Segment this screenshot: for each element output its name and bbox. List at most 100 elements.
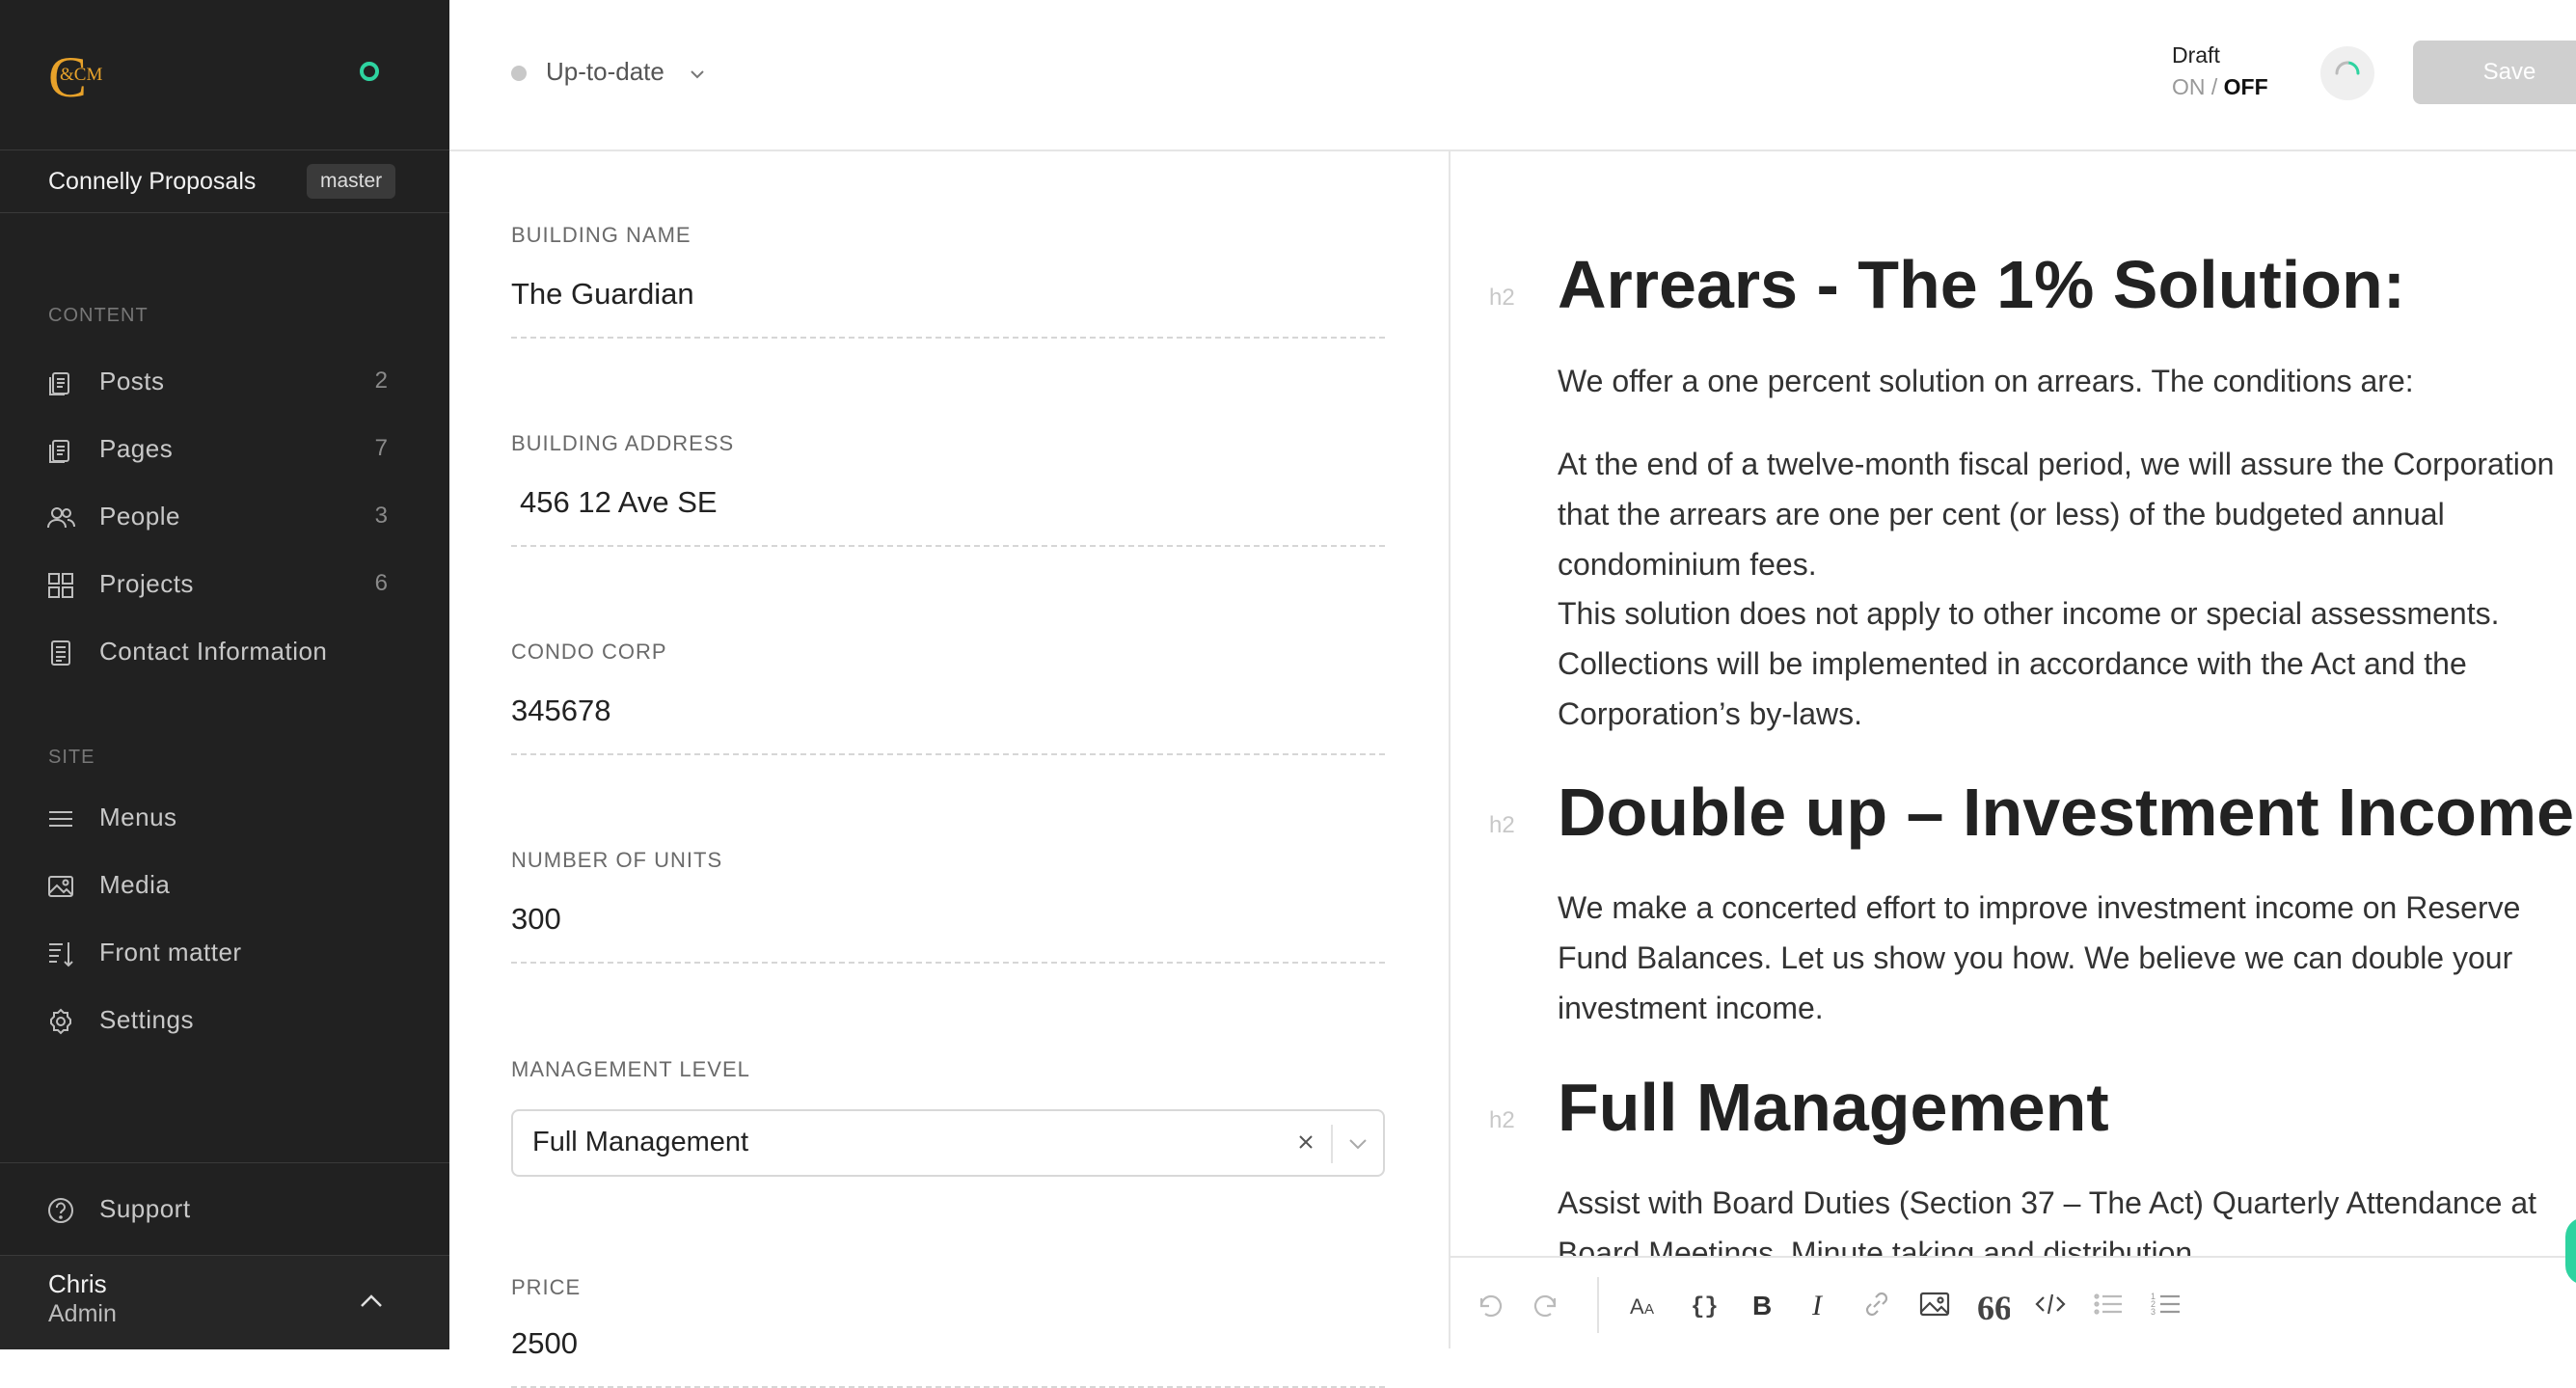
sidebar-item-contact-information[interactable]: Contact Information — [0, 623, 449, 681]
sync-status-dropdown[interactable]: Up-to-date — [546, 57, 664, 87]
sync-status-dot — [511, 66, 527, 81]
heading-level-tag: h2 — [1489, 1107, 1515, 1133]
sidebar-item-projects[interactable]: Projects 6 — [0, 556, 449, 613]
help-icon — [46, 1196, 75, 1225]
clear-icon[interactable] — [1292, 1129, 1319, 1156]
sidebar-item-label: Contact Information — [99, 637, 328, 666]
redo-icon[interactable] — [1530, 1287, 1564, 1321]
branch-badge[interactable]: master — [307, 164, 396, 199]
markdown-editor[interactable]: h2 Arrears - The 1% Solution: We offer a… — [1451, 151, 2576, 1256]
sidebar-item-count: 6 — [374, 570, 388, 596]
sidebar-item-label: Menus — [99, 803, 177, 831]
image-icon — [46, 872, 75, 901]
heading-size-icon[interactable]: AA — [1628, 1287, 1663, 1321]
heading-level-tag: h2 — [1489, 285, 1515, 311]
repo-name: Connelly Proposals — [48, 168, 257, 195]
section-heading[interactable]: Arrears - The 1% Solution: — [1558, 246, 2405, 323]
content-section-label: CONTENT — [48, 305, 149, 326]
sidebar-item-label: Pages — [99, 434, 174, 463]
undo-icon[interactable] — [1472, 1287, 1506, 1321]
paragraph[interactable]: We offer a one percent solution on arrea… — [1558, 356, 2576, 406]
condo-corp-label: CONDO CORP — [511, 640, 667, 664]
paragraph[interactable]: We make a concerted effort to improve in… — [1558, 883, 2576, 1033]
image-icon[interactable] — [1917, 1287, 1952, 1321]
draft-off-option[interactable]: OFF — [2224, 74, 2268, 99]
people-icon — [46, 503, 75, 532]
management-level-value: Full Management — [532, 1127, 749, 1157]
svg-text:A: A — [1630, 1294, 1644, 1319]
front-matter-form: BUILDING NAME The Guardian BUILDING ADDR… — [449, 151, 1449, 1388]
sidebar-item-pages[interactable]: Pages 7 — [0, 421, 449, 478]
sidebar-item-count: 2 — [374, 367, 388, 394]
svg-text:A: A — [1644, 1301, 1654, 1318]
connection-status-icon — [360, 62, 379, 81]
management-level-select[interactable]: Full Management — [511, 1109, 1385, 1177]
loading-spinner-icon — [2320, 46, 2374, 100]
sidebar-item-label: Support — [99, 1194, 191, 1223]
sidebar-item-label: Posts — [99, 367, 165, 395]
building-address-label: BUILDING ADDRESS — [511, 431, 735, 455]
draft-on-option[interactable]: ON — [2172, 74, 2206, 99]
sidebar-item-settings[interactable]: Settings — [0, 992, 449, 1049]
toolbar-separator — [1597, 1277, 1599, 1333]
support-bar: Support — [0, 1162, 449, 1256]
price-input[interactable]: 2500 — [511, 1326, 1385, 1388]
sidebar-item-count: 3 — [374, 503, 388, 529]
code-block-icon[interactable]: {} — [1686, 1287, 1721, 1321]
site-section-label: SITE — [48, 747, 95, 768]
draft-label: Draft — [2172, 42, 2220, 68]
building-name-label: BUILDING NAME — [511, 223, 691, 247]
quote-icon[interactable]: 66 — [1975, 1287, 2012, 1327]
inline-code-icon[interactable] — [2033, 1287, 2068, 1321]
gear-icon — [46, 1007, 75, 1036]
svg-text:{}: {} — [1691, 1294, 1719, 1320]
grid-icon — [46, 571, 75, 600]
paragraph[interactable]: Collections will be implemented in accor… — [1558, 639, 2576, 739]
sidebar-item-label: People — [99, 502, 180, 531]
sidebar-item-posts[interactable]: Posts 2 — [0, 353, 449, 411]
section-heading[interactable]: Double up – Investment Income: — [1558, 774, 2576, 851]
sidebar-item-support[interactable]: Support — [0, 1181, 449, 1238]
condo-corp-input[interactable]: 345678 — [511, 694, 1385, 755]
user-role: Admin — [48, 1300, 117, 1327]
number-of-units-input[interactable]: 300 — [511, 902, 1385, 964]
numbered-list-icon[interactable]: 123 — [2149, 1287, 2183, 1321]
bold-icon[interactable]: B — [1744, 1287, 1778, 1321]
sidebar-item-label: Projects — [99, 569, 194, 598]
paragraph[interactable]: Assist with Board Duties (Section 37 – T… — [1558, 1178, 2576, 1256]
sidebar-item-front-matter[interactable]: Front matter — [0, 924, 449, 982]
sidebar-item-label: Media — [99, 870, 171, 899]
management-level-label: MANAGEMENT LEVEL — [511, 1057, 750, 1081]
chevron-down-icon[interactable] — [1344, 1130, 1371, 1157]
app-logo[interactable]: C &CM — [46, 44, 108, 109]
sidebar-item-people[interactable]: People 3 — [0, 488, 449, 546]
sidebar-item-menus[interactable]: Menus — [0, 789, 449, 847]
chevron-down-icon[interactable] — [687, 64, 708, 85]
bulleted-list-icon[interactable] — [2091, 1287, 2126, 1321]
save-button[interactable]: Save — [2413, 41, 2576, 104]
number-of-units-label: NUMBER OF UNITS — [511, 848, 723, 872]
svg-text:I: I — [1811, 1290, 1824, 1321]
paragraph[interactable]: At the end of a twelve-month fiscal peri… — [1558, 439, 2576, 589]
sidebar-item-label: Settings — [99, 1005, 194, 1034]
repo-bar[interactable]: Connelly Proposals master — [0, 150, 449, 213]
heading-level-tag: h2 — [1489, 812, 1515, 838]
building-address-input[interactable]: 456 12 Ave SE — [511, 485, 1385, 547]
svg-text:&CM: &CM — [60, 65, 102, 85]
user-menu[interactable]: Chris Admin — [0, 1255, 449, 1349]
svg-text:3: 3 — [2151, 1307, 2156, 1317]
sidebar-item-media[interactable]: Media — [0, 857, 449, 914]
top-bar: Up-to-date Draft ON / OFF Save — [449, 0, 2576, 151]
draft-toggle[interactable]: Draft ON / OFF — [2172, 42, 2268, 100]
sidebar-item-label: Front matter — [99, 938, 242, 966]
italic-icon[interactable]: I — [1802, 1287, 1836, 1321]
chevron-up-icon[interactable] — [357, 1287, 386, 1316]
section-heading[interactable]: Full Management — [1558, 1069, 2109, 1146]
link-icon[interactable] — [1859, 1287, 1894, 1321]
chat-widget-button[interactable] — [2565, 1217, 2576, 1285]
menu-icon — [46, 804, 75, 833]
sidebar: C &CM Connelly Proposals master CONTENT … — [0, 0, 449, 1349]
svg-text:66: 66 — [1977, 1289, 2010, 1321]
paragraph[interactable]: This solution does not apply to other in… — [1558, 588, 2576, 639]
building-name-input[interactable]: The Guardian — [511, 277, 1385, 339]
